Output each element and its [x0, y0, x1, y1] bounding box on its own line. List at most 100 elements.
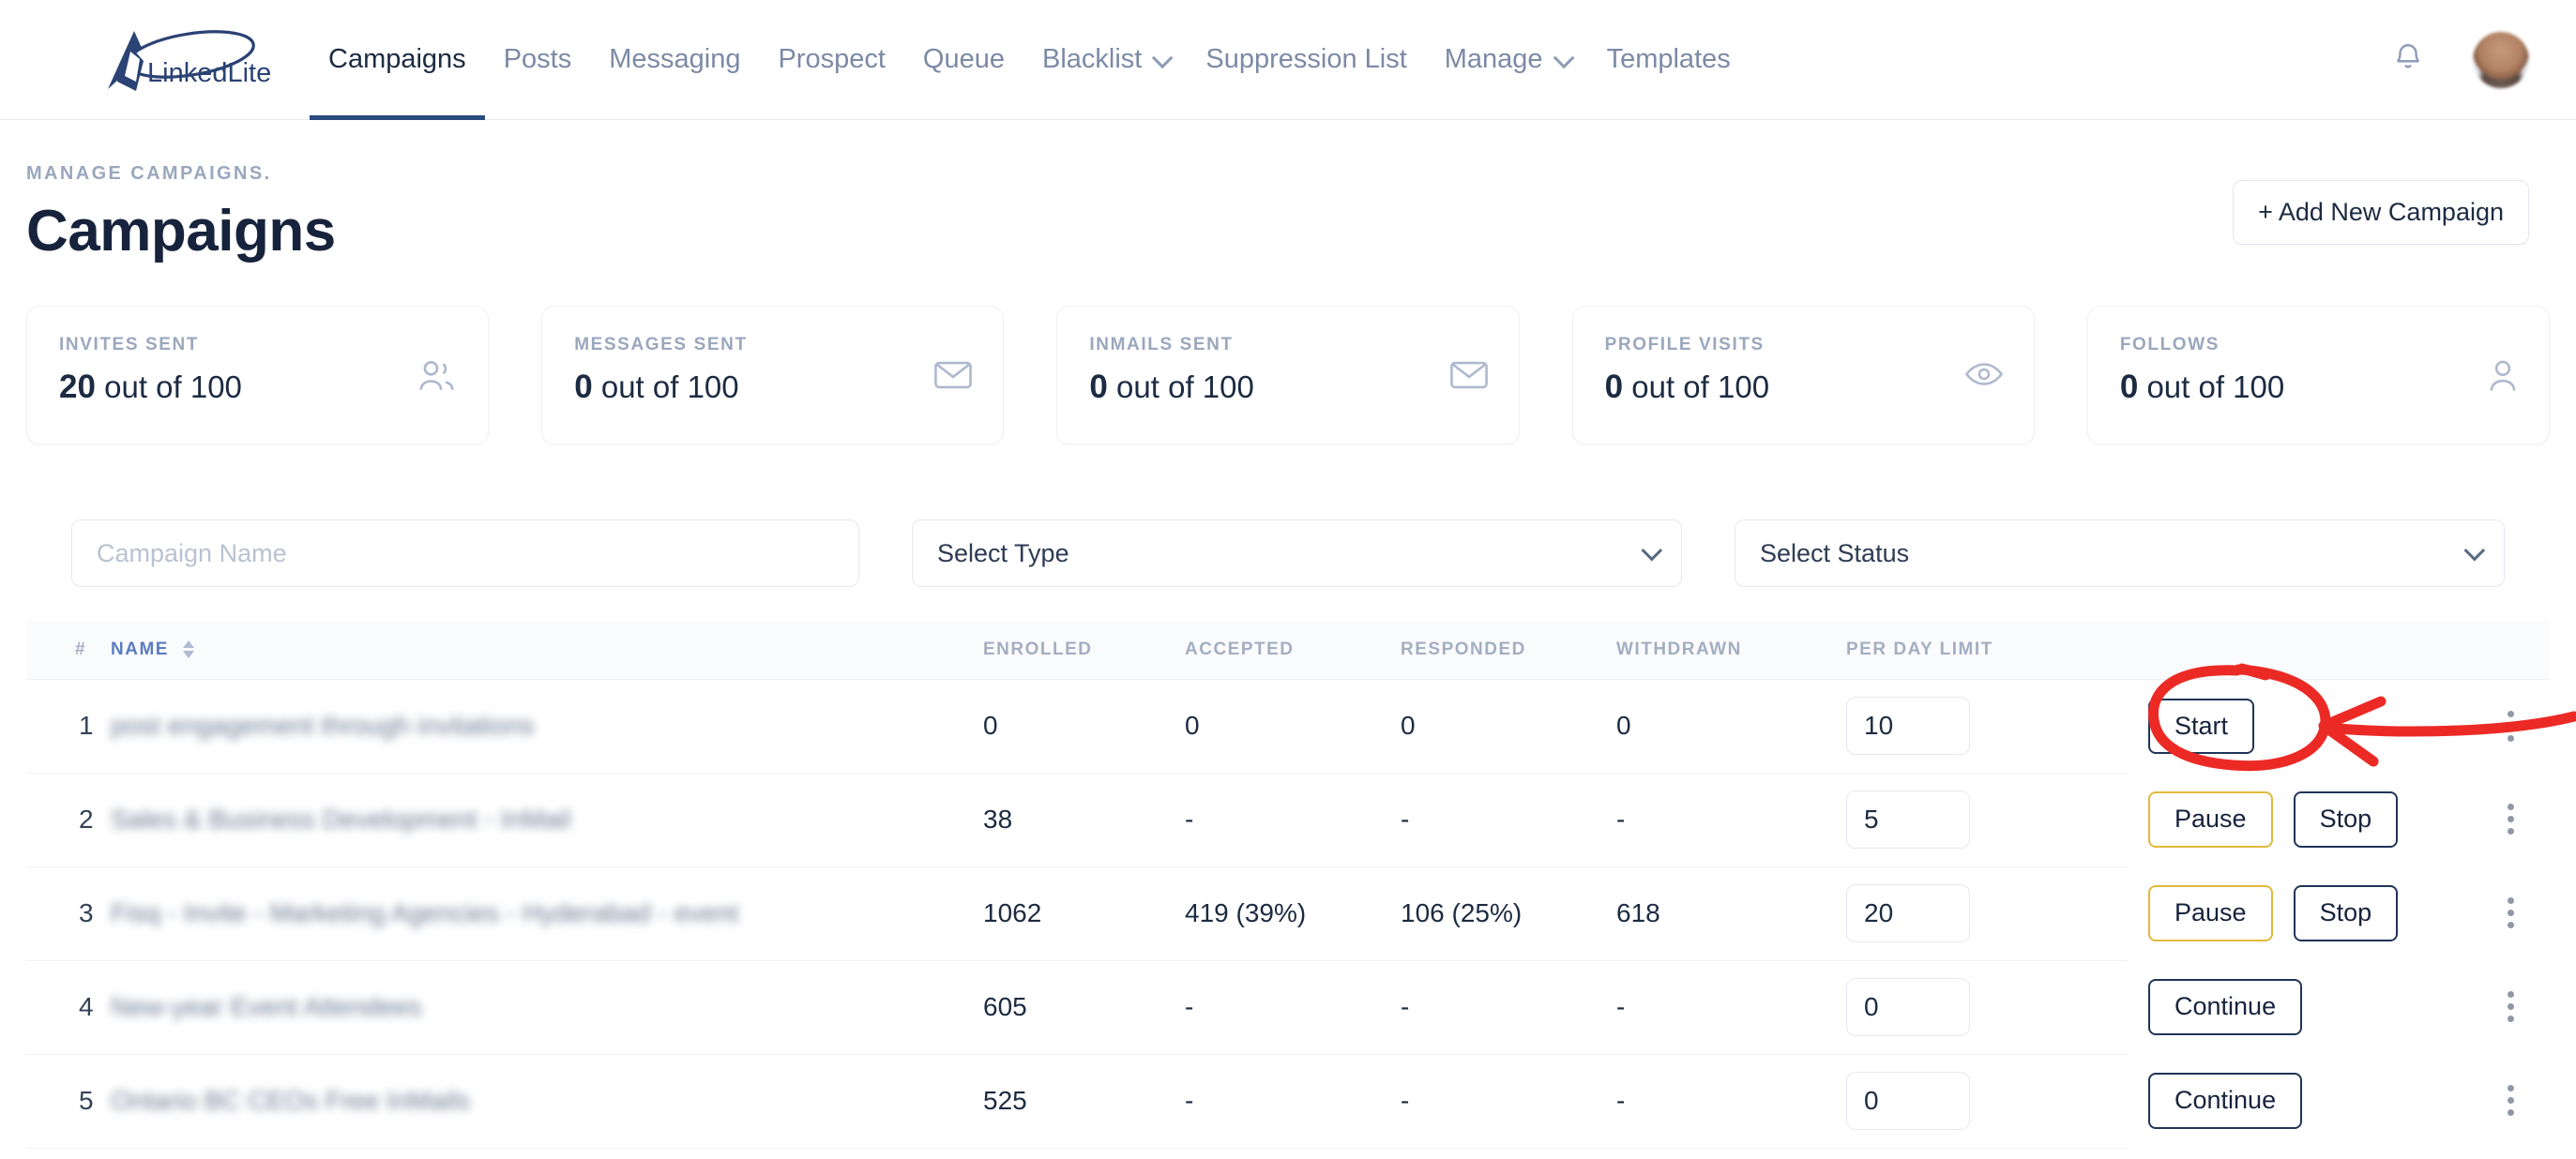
- stop-button[interactable]: Stop: [2293, 885, 2399, 941]
- row-menu-icon[interactable]: [2508, 991, 2514, 1023]
- pause-button[interactable]: Pause: [2148, 791, 2273, 848]
- table-row[interactable]: 4 New-year Event Attendees 605 - - - 0 C…: [26, 960, 2550, 1055]
- campaign-name-cell[interactable]: Fisq - Invite - Marketing Agencies - Hyd…: [111, 866, 983, 961]
- withdrawn-cell: 618: [1616, 866, 1846, 961]
- per-day-limit-input[interactable]: 10: [1846, 697, 1970, 755]
- nav-item-messaging[interactable]: Messaging: [590, 0, 759, 120]
- stat-label: INMAILS SENT: [1089, 335, 1234, 354]
- enrolled-cell: 1062: [983, 866, 1185, 961]
- campaign-name-cell[interactable]: New-year Event Attendees: [111, 960, 983, 1055]
- accepted-cell: -: [1185, 773, 1401, 867]
- per-day-limit-input[interactable]: 0: [1846, 978, 1970, 1036]
- actions-cell: Completed: [2128, 1148, 2550, 1159]
- per-day-limit-cell: 0: [1846, 1054, 2128, 1149]
- table-row[interactable]: 3 Fisq - Invite - Marketing Agencies - H…: [26, 866, 2550, 961]
- campaign-name-cell[interactable]: California Presidents Free InMail: [111, 1148, 983, 1159]
- campaign-name: post engagement through invitations: [111, 711, 535, 740]
- nav-label: Blacklist: [1042, 44, 1143, 74]
- withdrawn-cell: 0: [1616, 679, 1846, 774]
- pause-button[interactable]: Pause: [2148, 885, 2273, 941]
- nav-item-blacklist[interactable]: Blacklist: [1023, 0, 1187, 120]
- row-menu-icon[interactable]: [2508, 804, 2514, 835]
- nav-item-manage[interactable]: Manage: [1426, 0, 1588, 120]
- stat-value: 0 out of 100: [1089, 369, 1253, 406]
- column-header-withdrawn[interactable]: WITHDRAWN: [1616, 621, 1846, 680]
- search-input[interactable]: [97, 538, 834, 568]
- eye-icon: [1964, 359, 2004, 394]
- select-type-dropdown[interactable]: Select Type: [912, 519, 1682, 587]
- per-day-limit-input[interactable]: 20: [1846, 884, 1970, 942]
- stat-suffix: out of 100: [104, 369, 242, 404]
- select-status-dropdown[interactable]: Select Status: [1735, 519, 2505, 587]
- stat-suffix: out of 100: [1631, 369, 1770, 404]
- per-day-limit-input[interactable]: 5: [1846, 790, 1970, 849]
- enrolled-cell: 0: [983, 679, 1185, 774]
- nav-item-queue[interactable]: Queue: [904, 0, 1023, 120]
- sort-arrows-icon[interactable]: [182, 640, 194, 659]
- row-menu-icon[interactable]: [2508, 1085, 2514, 1117]
- start-button[interactable]: Start: [2148, 698, 2255, 754]
- bell-icon[interactable]: [2392, 39, 2424, 80]
- column-header-per-day-limit: PER DAY LIMIT: [1846, 621, 2128, 680]
- campaign-name-cell[interactable]: post engagement through invitations: [111, 679, 983, 774]
- nav-label: Templates: [1606, 44, 1731, 74]
- stat-label: MESSAGES SENT: [574, 335, 748, 354]
- table-row[interactable]: 1 post engagement through invitations 0 …: [26, 679, 2550, 774]
- campaign-name-search-field[interactable]: [71, 519, 859, 587]
- column-header-index: #: [26, 621, 111, 680]
- row-menu-icon[interactable]: [2508, 897, 2514, 929]
- nav-item-suppression-list[interactable]: Suppression List: [1187, 0, 1425, 120]
- table-row[interactable]: 6 California Presidents Free InMail 261 …: [26, 1148, 2550, 1159]
- withdrawn-cell: -: [1616, 1054, 1846, 1149]
- stats-card-row: INVITES SENT 20 out of 100 MESSAGES SENT…: [0, 264, 2576, 444]
- continue-button[interactable]: Continue: [2148, 979, 2303, 1035]
- row-menu-icon[interactable]: [2508, 710, 2514, 742]
- nav-label: Messaging: [609, 44, 741, 74]
- stat-suffix: out of 100: [2146, 369, 2285, 404]
- nav-right-group: [2392, 31, 2529, 88]
- row-index: 2: [26, 773, 111, 867]
- campaign-name-cell[interactable]: Sales & Business Development - InMail: [111, 773, 983, 867]
- mail-icon: [1449, 359, 1489, 396]
- column-header-responded[interactable]: RESPONDED: [1401, 621, 1616, 680]
- page-kicker: MANAGE CAMPAIGNS.: [26, 163, 272, 184]
- table-body: 1 post engagement through invitations 0 …: [26, 679, 2550, 1159]
- nav-item-prospect[interactable]: Prospect: [759, 0, 903, 120]
- table-row[interactable]: 2 Sales & Business Development - InMail …: [26, 773, 2550, 867]
- responded-cell: 0: [1401, 679, 1616, 774]
- row-action-buttons: Start: [2128, 698, 2255, 754]
- actions-cell: Pause Stop: [2128, 773, 2550, 866]
- column-header-enrolled[interactable]: ENROLLED: [983, 621, 1185, 680]
- campaign-name: Sales & Business Development - InMail: [111, 805, 571, 834]
- page-title: Campaigns: [26, 199, 336, 263]
- brand-logo[interactable]: LinkedLite: [0, 23, 310, 97]
- nav-item-posts[interactable]: Posts: [485, 0, 591, 120]
- continue-button[interactable]: Continue: [2148, 1073, 2303, 1129]
- row-index: 6: [26, 1148, 111, 1159]
- withdrawn-cell: -: [1616, 773, 1846, 867]
- campaign-name-cell[interactable]: Ontario BC CEOs Free InMails: [111, 1054, 983, 1149]
- per-day-limit-input[interactable]: 0: [1846, 1072, 1970, 1130]
- nav-item-campaigns[interactable]: Campaigns: [310, 0, 485, 120]
- per-day-limit-cell: 20: [1846, 866, 2128, 961]
- stat-value: 20 out of 100: [59, 369, 242, 406]
- stop-button[interactable]: Stop: [2293, 791, 2399, 848]
- nav-item-templates[interactable]: Templates: [1588, 0, 1750, 120]
- column-header-name[interactable]: NAME: [111, 621, 983, 680]
- row-action-buttons: Pause Stop: [2128, 791, 2399, 848]
- row-index: 4: [26, 960, 111, 1055]
- stat-value: 0 out of 100: [574, 369, 747, 406]
- nav-label: Manage: [1444, 44, 1543, 74]
- avatar[interactable]: [2473, 31, 2529, 88]
- table-row[interactable]: 5 Ontario BC CEOs Free InMails 525 - - -…: [26, 1054, 2550, 1149]
- add-new-campaign-button[interactable]: + Add New Campaign: [2233, 180, 2529, 245]
- column-header-accepted[interactable]: ACCEPTED: [1185, 621, 1401, 680]
- accepted-cell: -: [1185, 960, 1401, 1055]
- row-action-buttons: Continue: [2128, 1073, 2303, 1129]
- row-index: 5: [26, 1054, 111, 1149]
- accepted-cell: -: [1185, 1054, 1401, 1149]
- user-icon: [2487, 359, 2519, 398]
- stat-value: 0 out of 100: [1605, 369, 1769, 406]
- stat-card-messages-sent: MESSAGES SENT 0 out of 100: [541, 306, 1005, 444]
- stat-card-inmails-sent: INMAILS SENT 0 out of 100: [1056, 306, 1520, 444]
